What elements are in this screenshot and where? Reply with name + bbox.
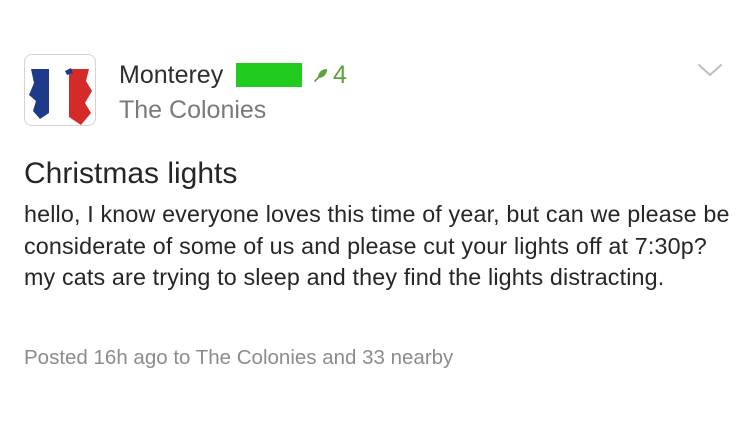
post-card: Monterey 4 The Colonies Christmas lights… [0, 0, 749, 421]
redaction-bar [236, 63, 302, 87]
post-meta: Posted 16h ago to The Colonies and 33 ne… [24, 346, 454, 369]
post-title: Christmas lights [24, 157, 238, 190]
author-name[interactable]: Monterey [119, 60, 223, 90]
avatar[interactable] [24, 54, 96, 126]
chevron-down-icon[interactable] [697, 62, 723, 78]
neighborhood-label[interactable]: The Colonies [119, 95, 266, 125]
french-flag-map-icon [29, 68, 92, 125]
post-body: hello, I know everyone loves this time o… [24, 201, 730, 290]
leaf-icon [314, 69, 327, 82]
score-count: 4 [333, 61, 347, 89]
